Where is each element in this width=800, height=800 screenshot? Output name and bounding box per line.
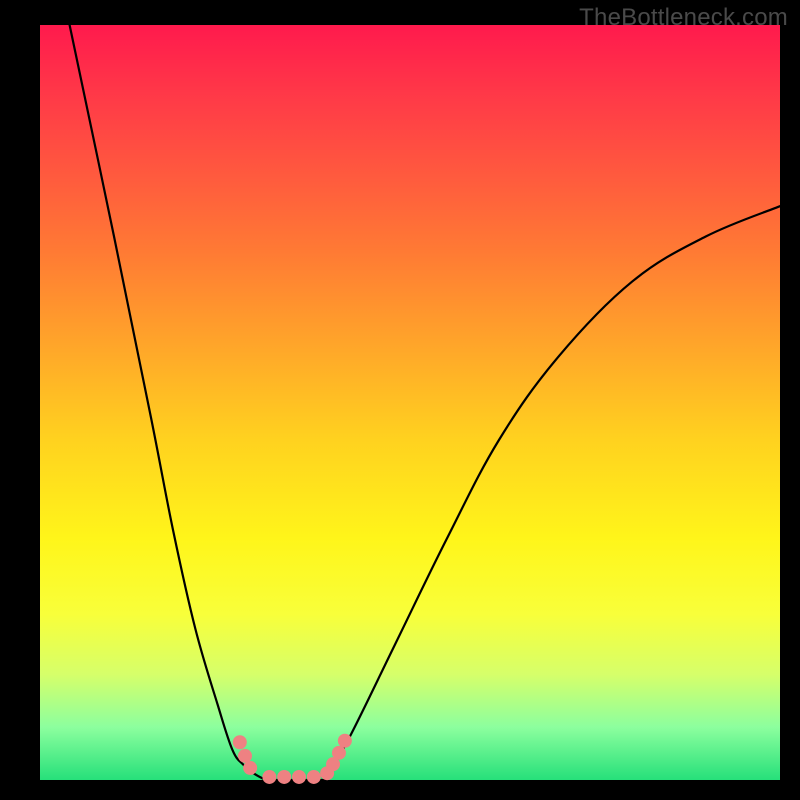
threshold-marker <box>243 761 257 775</box>
threshold-marker <box>292 770 306 784</box>
bottleneck-curve <box>40 25 780 780</box>
threshold-marker <box>277 770 291 784</box>
threshold-marker <box>332 746 346 760</box>
threshold-marker <box>238 749 252 763</box>
threshold-marker <box>307 770 321 784</box>
bottleneck-line <box>70 25 780 784</box>
plot-area <box>40 25 780 780</box>
threshold-marker <box>338 734 352 748</box>
threshold-marker <box>262 770 276 784</box>
chart-frame: TheBottleneck.com <box>0 0 800 800</box>
watermark-text: TheBottleneck.com <box>579 4 788 32</box>
threshold-marker <box>233 735 247 749</box>
